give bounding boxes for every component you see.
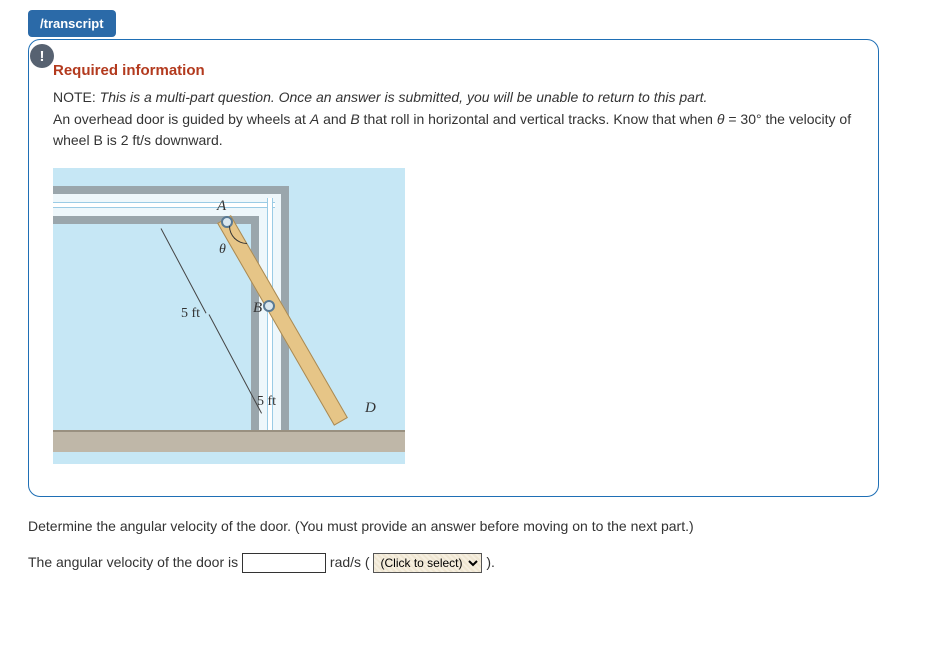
required-info-title: Required information [53, 62, 854, 79]
note-label: NOTE: [53, 89, 96, 105]
required-info-box: Required information NOTE: This is a mul… [28, 39, 879, 497]
dimension-2: 5 ft [257, 394, 276, 410]
note-line: NOTE: This is a multi-part question. Onc… [53, 87, 854, 107]
alert-icon: ! [30, 44, 54, 68]
answer-post: ). [486, 554, 495, 570]
desc-mid1: and [319, 111, 350, 127]
floor [53, 430, 405, 452]
dimension-1: 5 ft [181, 306, 200, 322]
direction-select[interactable]: (Click to select) [373, 553, 482, 573]
problem-description: An overhead door is guided by wheels at … [53, 109, 854, 150]
question-prompt: Determine the angular velocity of the do… [28, 515, 879, 537]
desc-B: B [350, 111, 359, 127]
answer-unit: rad/s ( [330, 554, 374, 570]
wheel-B [263, 300, 275, 312]
note-text: This is a multi-part question. Once an a… [100, 89, 708, 105]
label-D: D [365, 400, 376, 417]
angular-velocity-input[interactable] [242, 553, 326, 573]
answer-row: The angular velocity of the door is rad/… [28, 551, 879, 573]
desc-mid2: that roll in horizontal and vertical tra… [360, 111, 717, 127]
desc-pre: An overhead door is guided by wheels at [53, 111, 310, 127]
question-area: Determine the angular velocity of the do… [28, 515, 879, 574]
label-theta: θ [219, 242, 226, 258]
horizontal-rail [53, 202, 275, 208]
desc-A: A [310, 111, 319, 127]
answer-pre: The angular velocity of the door is [28, 554, 242, 570]
label-A: A [217, 198, 226, 215]
dimension-line-1 [161, 228, 207, 313]
problem-diagram: A B D θ 5 ft 5 ft [53, 168, 405, 464]
transcript-tab[interactable]: /transcript [28, 10, 116, 37]
label-B: B [253, 300, 262, 317]
